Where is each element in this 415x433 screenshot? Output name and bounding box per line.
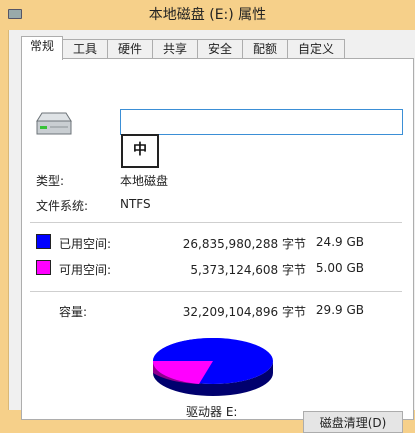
filesystem-label: 文件系统: (36, 199, 89, 213)
used-space-swatch (36, 234, 51, 249)
title-bar: 本地磁盘 (E:) 属性 (0, 0, 415, 30)
separator (30, 291, 402, 292)
ime-indicator: 中 (121, 134, 159, 168)
used-space-label: 已用空间: (59, 237, 112, 251)
free-space-bytes: 5,373,124,608 字节 (190, 263, 306, 277)
free-space-size: 5.00 GB (315, 261, 364, 275)
capacity-size: 29.9 GB (315, 303, 364, 317)
free-space-label: 可用空间: (59, 263, 112, 277)
used-space-bytes: 26,835,980,288 字节 (182, 237, 306, 251)
tab-general[interactable]: 常规 (21, 36, 63, 60)
capacity-bytes: 32,209,104,896 字节 (182, 305, 306, 319)
separator (30, 222, 402, 223)
filesystem-value: NTFS (120, 197, 151, 211)
drive-letter-label: 驱动器 E: (186, 405, 238, 419)
disk-cleanup-button[interactable]: 磁盘清理(D) (303, 411, 403, 433)
disk-usage-pie (152, 337, 273, 396)
tab-customize[interactable]: 自定义 (287, 39, 345, 59)
general-panel: 中 类型: 本地磁盘 文件系统: NTFS 已用空间: 26,835,980,2… (21, 58, 414, 433)
window-title: 本地磁盘 (E:) 属性 (148, 7, 267, 23)
used-space-size: 24.9 GB (315, 235, 364, 249)
tab-security[interactable]: 安全 (197, 39, 243, 59)
properties-window: 本地磁盘 (E:) 属性 常规 工具 硬件 共享 安全 配额 自定义 中 类型:… (0, 0, 415, 433)
type-label: 类型: (36, 174, 65, 188)
type-value: 本地磁盘 (120, 174, 169, 188)
tab-hardware[interactable]: 硬件 (107, 39, 153, 59)
hard-drive-icon (36, 112, 72, 135)
tab-sharing[interactable]: 共享 (152, 39, 198, 59)
tab-quota[interactable]: 配额 (242, 39, 288, 59)
dialog-client: 常规 工具 硬件 共享 安全 配额 自定义 中 类型: 本地磁盘 文件系统: N… (8, 30, 415, 433)
free-space-swatch (36, 260, 51, 275)
tab-tools[interactable]: 工具 (62, 39, 108, 59)
capacity-label: 容量: (59, 305, 88, 319)
drive-name-input[interactable] (120, 109, 403, 135)
